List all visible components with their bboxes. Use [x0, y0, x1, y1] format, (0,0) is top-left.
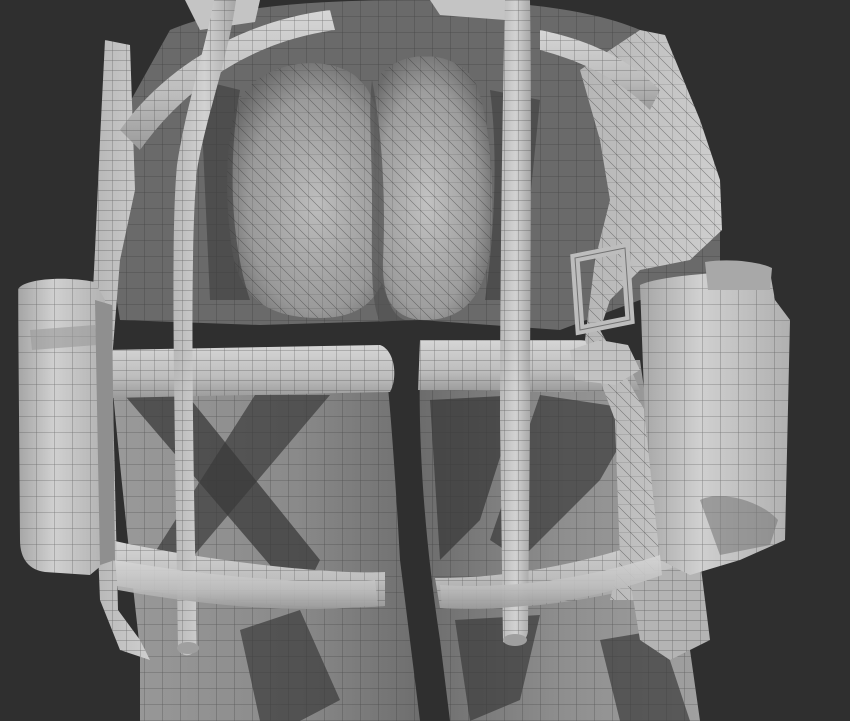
left-thigh	[110, 360, 420, 721]
right-strap	[500, 0, 531, 646]
mesh-render	[0, 0, 850, 721]
right-pouch	[640, 260, 790, 575]
left-pouch	[18, 278, 115, 575]
3d-viewport[interactable]	[0, 0, 850, 721]
